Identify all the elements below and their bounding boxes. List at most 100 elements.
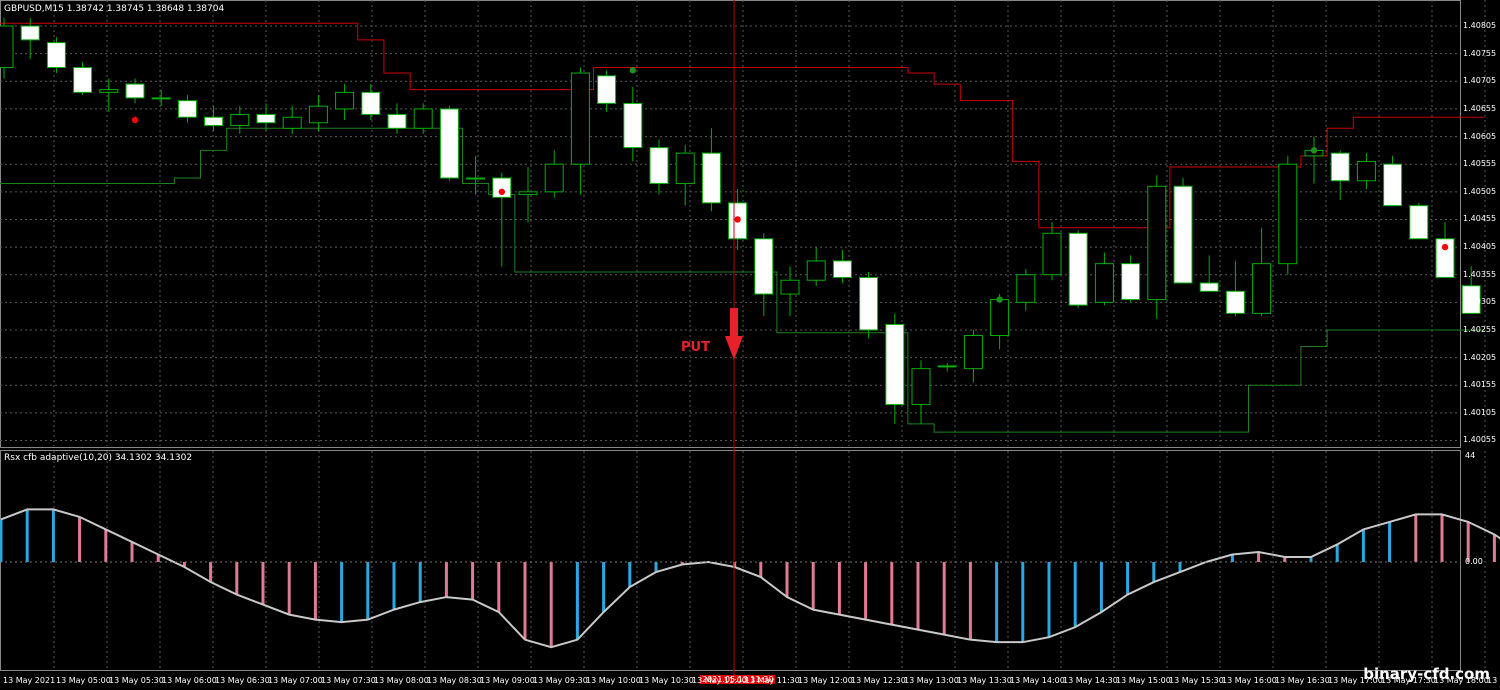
- time-tick-label: 13 May 07:00: [268, 676, 323, 685]
- time-tick-label: 13 May 08:00: [374, 676, 429, 685]
- bearish-candle: [125, 83, 145, 99]
- time-tick-label: 13 May 06:00: [162, 676, 217, 685]
- bullish-candle: [780, 279, 800, 295]
- price-tick-label: 1.40055: [1463, 435, 1497, 445]
- bullish-candle: [1252, 263, 1272, 314]
- signal-dot: [734, 216, 741, 223]
- price-tick-label: 1.40655: [1463, 103, 1497, 113]
- bearish-candle: [73, 66, 93, 93]
- bearish-candle: [20, 25, 40, 41]
- bearish-candle: [387, 113, 407, 129]
- price-tick-label: 1.40405: [1463, 242, 1497, 252]
- main-chart-title: GBPUSD,M15 1.38742 1.38745 1.38648 1.387…: [4, 4, 225, 14]
- time-tick-label: 13 May 16:00: [1222, 676, 1277, 685]
- bullish-candle: [570, 72, 590, 165]
- signal-dot: [1441, 243, 1449, 251]
- bullish-candle: [544, 163, 564, 193]
- time-tick-label: 13 May 10:30: [639, 676, 694, 685]
- bullish-candle: [1094, 263, 1114, 303]
- indicator-scale-zero: 0.00: [1465, 557, 1483, 566]
- price-tick-label: 1.40555: [1463, 159, 1497, 169]
- bearish-candle: [885, 323, 905, 406]
- signal-dot: [131, 116, 139, 124]
- bearish-candle: [1330, 152, 1350, 182]
- bearish-candle: [1121, 263, 1141, 301]
- time-tick-label: 13 May 18:00: [1434, 676, 1489, 685]
- bullish-candle: [99, 89, 119, 93]
- bearish-candle: [1409, 205, 1429, 240]
- time-tick-label: 13 May 09:00: [480, 676, 535, 685]
- bullish-candle: [1042, 232, 1062, 276]
- bullish-candle: [675, 152, 695, 185]
- signal-dot: [629, 67, 636, 74]
- price-tick-label: 1.40155: [1463, 380, 1497, 390]
- price-tick-label: 1.40805: [1463, 21, 1497, 31]
- bullish-candle: [466, 177, 486, 180]
- bearish-candle: [859, 276, 879, 331]
- bullish-candle: [937, 365, 957, 368]
- bearish-candle: [1199, 282, 1219, 292]
- bullish-candle: [308, 105, 328, 124]
- time-tick-label: 13 May 06:30: [215, 676, 270, 685]
- bearish-candle: [256, 113, 276, 124]
- time-tick-label: 13 May 15:00: [1116, 676, 1171, 685]
- price-tick-label: 1.40255: [1463, 324, 1497, 334]
- bullish-candle: [0, 25, 14, 68]
- bullish-candle: [1147, 185, 1167, 301]
- time-tick-label: 13 May 18:: [1487, 676, 1500, 685]
- price-tick-label: 1.40755: [1463, 48, 1497, 58]
- price-tick-label: 1.40605: [1463, 131, 1497, 141]
- indicator-title: Rsx cfb adaptive(10,20) 34.1302 34.1302: [4, 453, 193, 463]
- signal-dot: [498, 188, 505, 196]
- bearish-candle: [204, 116, 224, 127]
- time-tick-label: 13 May 05:00: [56, 676, 111, 685]
- bearish-candle: [1383, 163, 1403, 207]
- put-signal-label: PUT: [681, 340, 710, 355]
- time-tick-label: 13 May 15:30: [1169, 676, 1224, 685]
- price-tick-label: 1.40705: [1463, 76, 1497, 86]
- bearish-candle: [439, 108, 459, 179]
- bullish-candle: [518, 191, 538, 196]
- bearish-candle: [177, 100, 197, 118]
- bullish-candle: [1278, 163, 1298, 265]
- time-tick-label: 13 May 05:30: [109, 676, 164, 685]
- time-tick-label: 13 May 17:00: [1328, 676, 1383, 685]
- rsx-line: [0, 508, 1500, 649]
- bearish-candle: [1225, 290, 1245, 314]
- bullish-candle: [990, 299, 1010, 336]
- put-arrow-shaft: [730, 308, 738, 338]
- time-tick-label: 13 May 07:30: [321, 676, 376, 685]
- time-tick-label: 13 May 10:00: [586, 676, 641, 685]
- bearish-candle: [1068, 232, 1088, 306]
- bullish-candle: [282, 116, 302, 129]
- price-tick-label: 1.40355: [1463, 269, 1497, 279]
- trading-chart[interactable]: [0, 0, 1500, 690]
- bullish-candle: [963, 334, 983, 370]
- put-arrow-icon: [725, 336, 743, 360]
- price-tick-label: 1.40105: [1463, 407, 1497, 417]
- bullish-candle: [1356, 160, 1376, 182]
- bearish-candle: [46, 42, 66, 68]
- price-tick-label: 1.40455: [1463, 214, 1497, 224]
- bearish-candle: [623, 102, 643, 149]
- bullish-candle: [335, 91, 355, 110]
- signal-dot: [1310, 147, 1318, 154]
- time-tick-label: 13 May 09:30: [533, 676, 588, 685]
- time-tick-label: 13 May 2021: [3, 676, 56, 685]
- bearish-candle: [597, 75, 617, 104]
- bullish-candle: [230, 113, 250, 127]
- bullish-candle: [911, 368, 931, 406]
- bearish-candle: [361, 91, 381, 115]
- bullish-candle: [1016, 274, 1036, 303]
- price-tick-label: 1.40505: [1463, 186, 1497, 196]
- bullish-candle: [151, 97, 171, 100]
- indicator-scale-top: 44: [1465, 451, 1476, 460]
- bearish-candle: [649, 147, 669, 185]
- bearish-candle: [754, 238, 774, 295]
- time-tick-label: 13 May 11:00: [692, 676, 747, 685]
- time-tick-label: 13 May 13:00: [904, 676, 959, 685]
- time-tick-label: 13 May 08:30: [427, 676, 482, 685]
- time-tick-label: 13 May 12:00: [798, 676, 853, 685]
- bullish-candle: [413, 108, 433, 129]
- time-tick-label: 13 May 14:00: [1010, 676, 1065, 685]
